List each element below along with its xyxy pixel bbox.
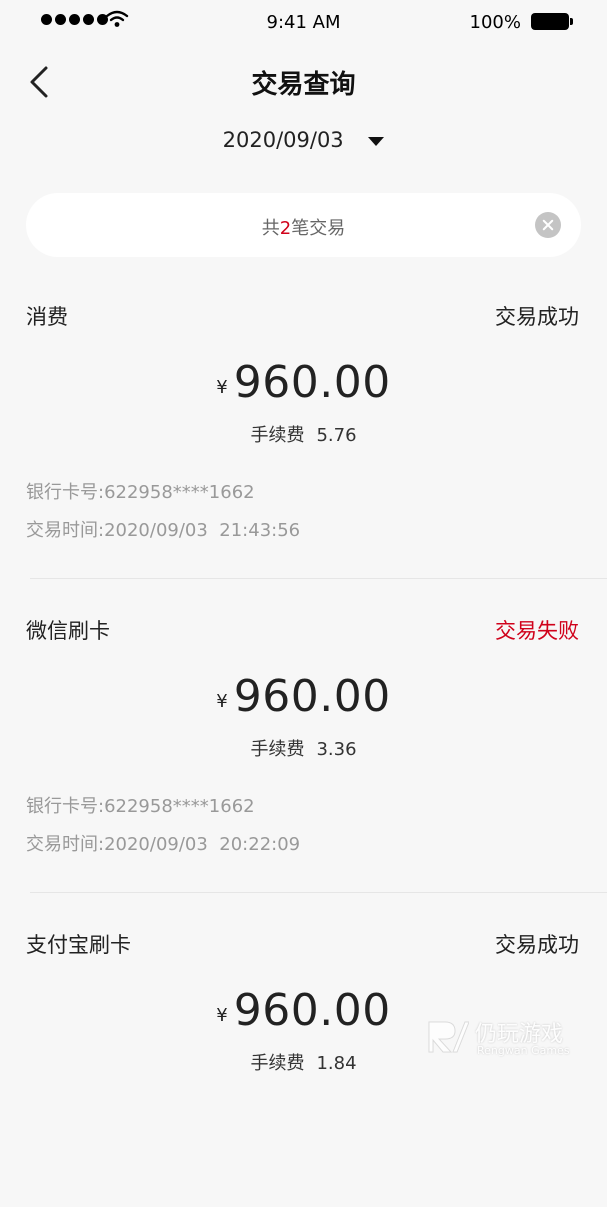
transaction-time-row: 交易时间:2020/09/03 21:43:56: [26, 516, 300, 542]
card-label: 银行卡号:: [26, 796, 104, 817]
watermark: 仍玩游戏 Rengwan Games: [425, 1016, 585, 1058]
fee-label: 手续费: [250, 425, 304, 446]
nav-bar: 交易查询: [0, 50, 607, 114]
transaction-type: 微信刷卡: [26, 615, 110, 645]
fee-value: 5.76: [316, 425, 356, 446]
transaction-count: 2: [280, 218, 291, 239]
time-label: 交易时间:: [26, 834, 104, 855]
card-number: 622958****1662: [104, 482, 255, 503]
transaction-time-row: 交易时间:2020/09/03 20:22:09: [26, 830, 300, 856]
transaction-status: 交易成功: [495, 929, 579, 959]
card-number-row: 银行卡号:622958****1662: [26, 792, 255, 818]
transaction-type: 消费: [26, 301, 68, 331]
transaction-status: 交易失败: [495, 615, 579, 645]
transaction-list: 消费 交易成功 ¥960.00 手续费5.76 银行卡号:622958****1…: [0, 265, 607, 1207]
transaction-status: 交易成功: [495, 301, 579, 331]
amount-row: ¥960.00: [0, 357, 607, 408]
fee-label: 手续费: [250, 739, 304, 760]
fee-row: 手续费 5.76: [0, 421, 607, 447]
time-label: 交易时间:: [26, 520, 104, 541]
fee-label: 手续费: [250, 1053, 304, 1074]
transaction-item[interactable]: 消费 交易成功 ¥960.00 手续费 5.76 银行卡号:622958****1…: [0, 265, 607, 579]
card-label: 银行卡号:: [26, 482, 104, 503]
currency-symbol: ¥: [216, 691, 227, 712]
transaction-type: 支付宝刷卡: [26, 929, 131, 959]
transaction-amount: 960.00: [234, 671, 391, 722]
battery-icon: [531, 13, 569, 30]
transaction-item[interactable]: 微信刷卡 交易失败 ¥960.00 手续费 3.36 银行卡号:622958***…: [0, 579, 607, 893]
battery-percentage: 100%: [470, 12, 521, 33]
page-title: 交易查询: [0, 64, 607, 101]
transaction-amount: 960.00: [234, 357, 391, 408]
currency-symbol: ¥: [216, 1005, 227, 1026]
watermark-text-en: Rengwan Games: [477, 1044, 570, 1057]
card-number-row: 银行卡号:622958****1662: [26, 478, 255, 504]
transaction-time: 2020/09/03 21:43:56: [104, 520, 300, 541]
card-number: 622958****1662: [104, 796, 255, 817]
rengwan-logo-icon: [425, 1018, 469, 1056]
date-value: 2020/09/03: [223, 128, 344, 152]
date-dropdown[interactable]: 2020/09/03: [0, 128, 607, 152]
transaction-count-text: 共2笔交易: [26, 214, 581, 240]
clear-icon[interactable]: [535, 212, 561, 238]
fee-value: 1.84: [316, 1053, 356, 1074]
summary-search-box[interactable]: 共2笔交易: [26, 193, 581, 257]
transaction-amount: 960.00: [234, 985, 391, 1036]
fee-value: 3.36: [316, 739, 356, 760]
currency-symbol: ¥: [216, 377, 227, 398]
fee-row: 手续费 3.36: [0, 735, 607, 761]
status-bar: 9:41 AM 100%: [0, 0, 607, 44]
amount-row: ¥960.00: [0, 671, 607, 722]
transaction-time: 2020/09/03 20:22:09: [104, 834, 300, 855]
caret-down-icon: [368, 137, 384, 146]
